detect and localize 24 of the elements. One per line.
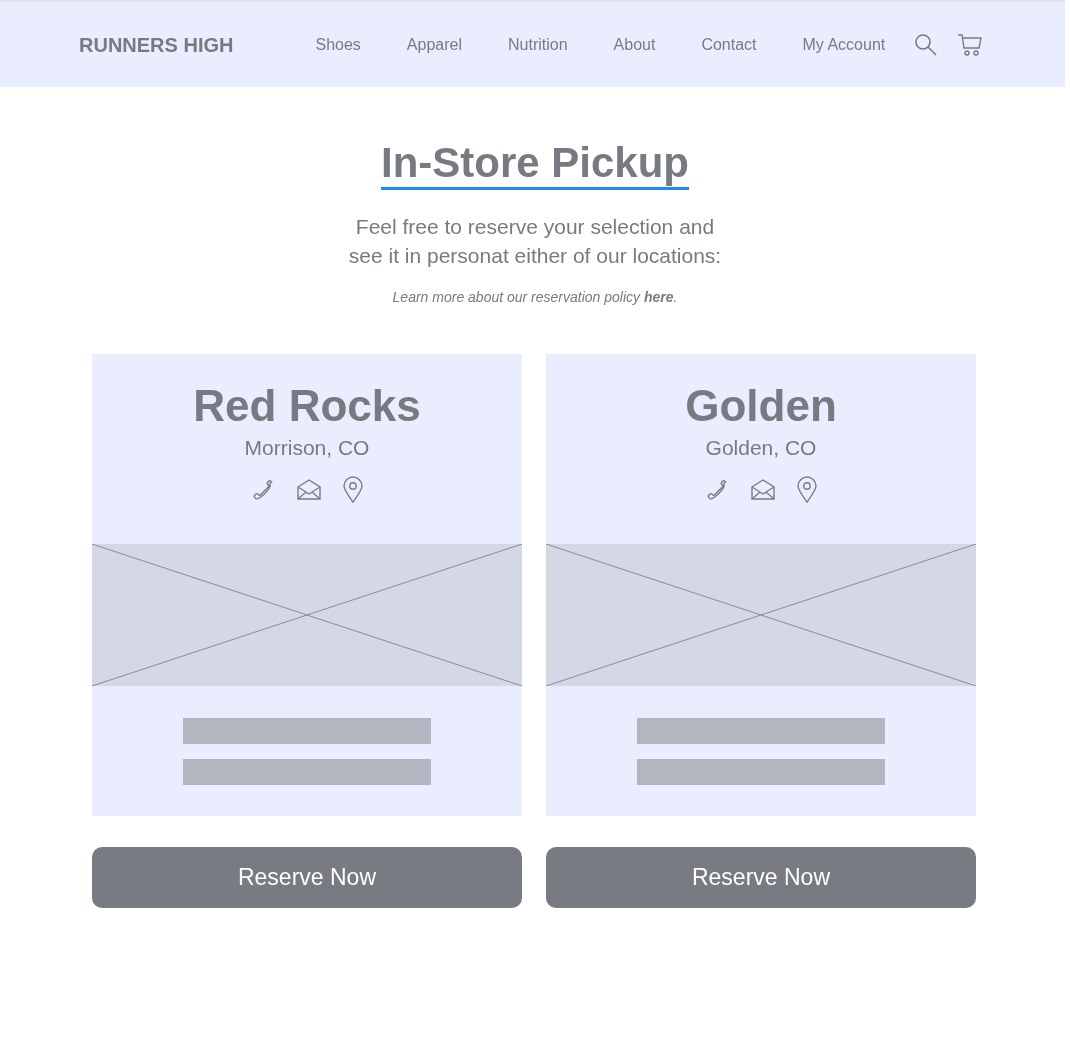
page-title: In-Store Pickup [380, 139, 690, 190]
intro-text: see it in personat either of our locations: [348, 243, 722, 269]
reserve-button[interactable]: Reserve Now [92, 847, 522, 908]
location-name: Red Rocks [193, 380, 421, 432]
intro-text: Feel free to reserve your selection and [355, 214, 715, 240]
location-name: Golden [685, 380, 837, 432]
envelope-icon[interactable] [296, 478, 322, 502]
location-pin-icon[interactable] [342, 476, 364, 504]
nav-link[interactable]: About [602, 32, 667, 57]
reserve-button[interactable]: Reserve Now [546, 847, 976, 908]
logo[interactable]: RUNNERS HIGH [79, 29, 234, 60]
location-pin-icon[interactable] [796, 476, 818, 504]
policy-text: Learn more about our reservation policy here. [392, 288, 678, 307]
policy-link[interactable]: here [643, 289, 674, 305]
nav-link[interactable]: Contact [690, 32, 768, 57]
nav-link[interactable]: Nutrition [497, 32, 579, 57]
envelope-icon[interactable] [750, 478, 776, 502]
search-icon[interactable] [914, 32, 939, 57]
location-city: Morrison, CO [244, 435, 370, 461]
nav-link[interactable]: My Account [791, 32, 897, 57]
nav-link[interactable]: Apparel [395, 32, 473, 57]
cart-icon[interactable] [957, 32, 984, 57]
nav-link[interactable]: Shoes [304, 32, 372, 57]
location-city: Golden, CO [705, 435, 817, 461]
